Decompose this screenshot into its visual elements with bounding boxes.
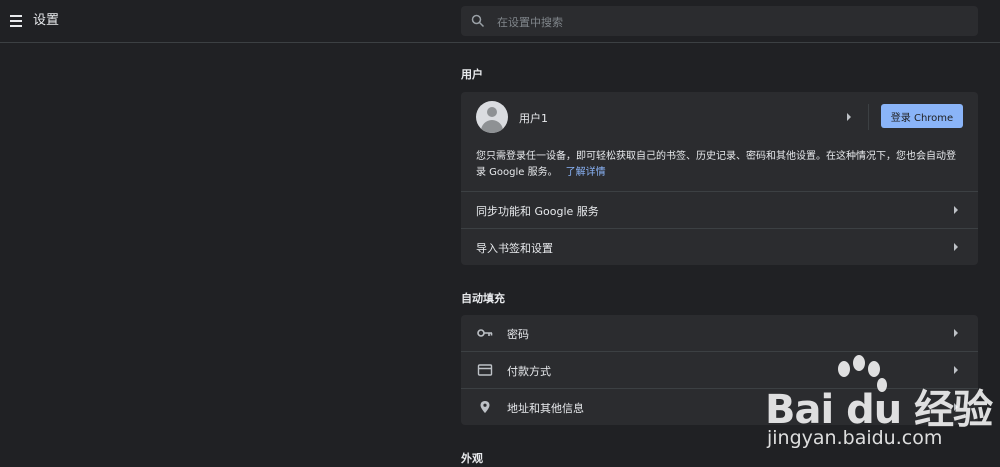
credit-card-icon	[477, 364, 493, 376]
sync-services-row[interactable]: 同步功能和 Google 服务	[461, 191, 978, 228]
profile-name: 用户1	[519, 112, 548, 125]
location-pin-icon	[480, 401, 490, 413]
key-icon	[477, 329, 493, 337]
learn-more-link[interactable]: 了解详情	[566, 167, 606, 178]
hamburger-menu-icon[interactable]	[8, 12, 26, 30]
search-icon	[471, 14, 485, 28]
passwords-row[interactable]: 密码	[461, 315, 978, 351]
addresses-label: 地址和其他信息	[507, 402, 584, 415]
import-bookmarks-row[interactable]: 导入书签和设置	[461, 228, 978, 265]
search-box[interactable]	[461, 6, 978, 38]
arrow-right-icon	[954, 403, 958, 411]
payment-methods-row[interactable]: 付款方式	[461, 351, 978, 388]
page-title: 设置	[33, 13, 60, 28]
signin-chrome-button[interactable]: 登录 Chrome	[881, 104, 963, 128]
people-card: 用户1 登录 Chrome 您只需登录任一设备，即可轻松获取自己的书签、历史记录…	[461, 92, 978, 265]
profile-arrow-icon[interactable]	[847, 113, 851, 121]
autofill-card: 密码 付款方式 地址和其他信息	[461, 315, 978, 425]
import-bookmarks-label: 导入书签和设置	[476, 242, 553, 255]
section-title-autofill: 自动填充	[461, 292, 505, 305]
search-input[interactable]	[495, 6, 969, 38]
arrow-right-icon	[954, 243, 958, 251]
sync-services-label: 同步功能和 Google 服务	[476, 205, 599, 218]
profile-row: 用户1 登录 Chrome	[461, 92, 978, 142]
signin-description: 您只需登录任一设备，即可轻松获取自己的书签、历史记录、密码和其他设置。在这种情况…	[461, 142, 978, 191]
arrow-right-icon	[954, 366, 958, 374]
top-toolbar: 设置	[0, 0, 1000, 43]
avatar	[476, 101, 508, 133]
payment-methods-label: 付款方式	[507, 365, 551, 378]
divider	[868, 104, 869, 130]
section-title-people: 用户	[461, 68, 483, 81]
arrow-right-icon	[954, 329, 958, 337]
addresses-row[interactable]: 地址和其他信息	[461, 388, 978, 425]
signin-description-text: 您只需登录任一设备，即可轻松获取自己的书签、历史记录、密码和其他设置。在这种情况…	[476, 151, 956, 178]
section-title-appearance: 外观	[461, 452, 483, 465]
watermark-url: jingyan.baidu.com	[767, 427, 943, 449]
arrow-right-icon	[954, 206, 958, 214]
passwords-label: 密码	[507, 328, 529, 341]
